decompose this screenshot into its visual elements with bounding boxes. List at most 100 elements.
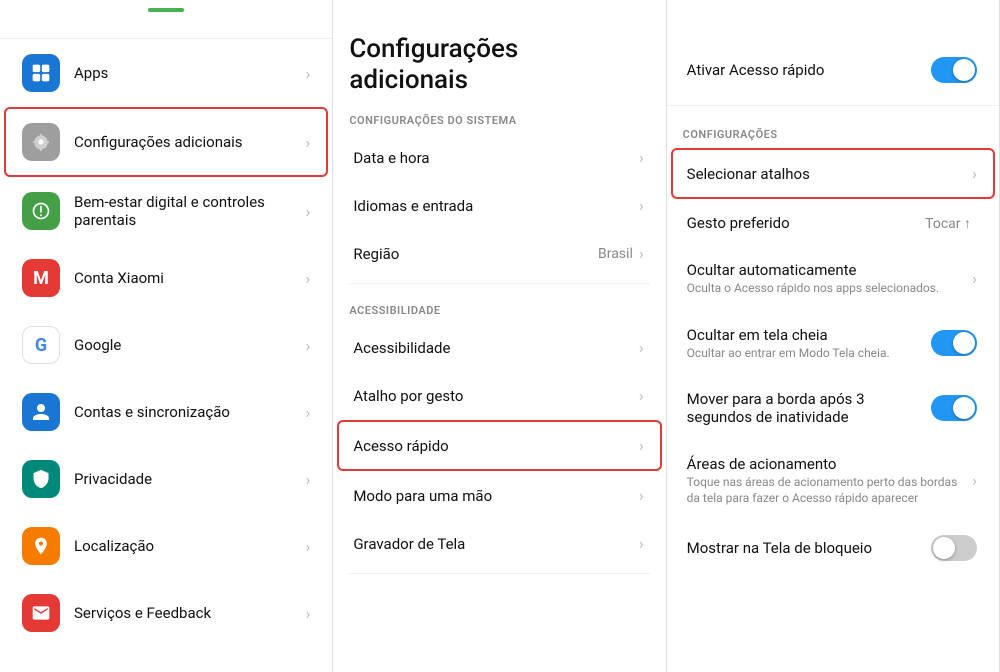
selecionar-atalhos-chevron-icon: › xyxy=(972,164,977,183)
acesso-rapido-label: Acesso rápido xyxy=(353,437,639,455)
section-label-acessibilidade: ACESSIBILIDADE xyxy=(333,290,665,323)
gravador-label: Gravador de Tela xyxy=(353,535,639,553)
contas-label: Contas e sincronização xyxy=(74,403,306,421)
data-hora-label: Data e hora xyxy=(353,149,639,167)
selecionar-atalhos-label: Selecionar atalhos xyxy=(687,165,973,183)
gesto-preferido-label: Gesto preferido xyxy=(687,214,926,232)
menu-item-mostrar-bloqueio[interactable]: Mostrar na Tela de bloqueio xyxy=(673,521,993,575)
apps-chevron-icon: › xyxy=(306,64,311,83)
areas-acionamento-label: Áreas de acionamento xyxy=(687,455,973,473)
atalho-gesto-label: Atalho por gesto xyxy=(353,387,639,405)
panel2-title: Configuraçõesadicionais xyxy=(333,18,665,100)
menu-item-acessibilidade[interactable]: Acessibilidade› xyxy=(339,324,659,371)
modo-uma-mao-chevron-icon: › xyxy=(639,486,644,505)
mover-borda-toggle[interactable] xyxy=(931,395,977,421)
menu-item-data-hora[interactable]: Data e hora› xyxy=(339,134,659,181)
panel3-top-section: Ativar Acesso rápido xyxy=(667,42,999,114)
gesto-preferido-value: Tocar ↑ xyxy=(925,215,971,232)
menu-item-gesto-preferido[interactable]: Gesto preferidoTocar ↑ xyxy=(673,200,993,246)
panel-settings: Apps›Configurações adicionais›Bem-estar … xyxy=(0,0,333,672)
conta-xiaomi-icon: M xyxy=(22,259,60,297)
regiao-label: Região xyxy=(353,245,598,263)
ocultar-tela-sub: Ocultar ao entrar em Modo Tela cheia. xyxy=(687,346,931,362)
section-label-configurações-do-sistema: CONFIGURAÇÕES DO SISTEMA xyxy=(333,100,665,133)
config-adicionais-icon xyxy=(22,123,60,161)
panel3-back[interactable] xyxy=(667,0,999,18)
panel1-title xyxy=(0,12,332,39)
apps-label: Apps xyxy=(74,64,306,82)
panel-config-adicionais: Configuraçõesadicionais CONFIGURAÇÕES DO… xyxy=(333,0,666,672)
menu-item-modo-uma-mao[interactable]: Modo para uma mão› xyxy=(339,472,659,519)
atalho-gesto-chevron-icon: › xyxy=(639,386,644,405)
mostrar-bloqueio-label: Mostrar na Tela de bloqueio xyxy=(687,539,931,557)
sidebar-item-apps[interactable]: Apps› xyxy=(6,40,326,106)
menu-item-mover-borda[interactable]: Mover para a borda após 3 segundos de in… xyxy=(673,376,993,440)
apps-icon xyxy=(22,54,60,92)
menu-item-selecionar-atalhos[interactable]: Selecionar atalhos› xyxy=(671,148,995,199)
areas-acionamento-sub: Toque nas áreas de acionamento perto das… xyxy=(687,475,973,506)
sidebar-item-google[interactable]: G Google› xyxy=(6,312,326,378)
google-icon: G xyxy=(22,326,60,364)
regiao-chevron-icon: › xyxy=(639,244,644,263)
activate-access-item[interactable]: Ativar Acesso rápido xyxy=(673,43,993,97)
sidebar-item-conta-xiaomi[interactable]: M Conta Xiaomi› xyxy=(6,245,326,311)
activate-access-label: Ativar Acesso rápido xyxy=(687,61,931,79)
menu-item-atalho-gesto[interactable]: Atalho por gesto› xyxy=(339,372,659,419)
data-hora-chevron-icon: › xyxy=(639,148,644,167)
mover-borda-label: Mover para a borda após 3 segundos de in… xyxy=(687,390,931,426)
modo-uma-mao-label: Modo para uma mão xyxy=(353,487,639,505)
idiomas-label: Idiomas e entrada xyxy=(353,197,639,215)
areas-acionamento-chevron-icon: › xyxy=(972,471,977,490)
menu-item-regiao[interactable]: RegiãoBrasil › xyxy=(339,230,659,277)
activate-access-toggle[interactable] xyxy=(931,57,977,83)
panel-acesso-rapido: Ativar Acesso rápido CONFIGURAÇÕESSeleci… xyxy=(667,0,1000,672)
localizacao-label: Localização xyxy=(74,537,306,555)
bem-estar-icon xyxy=(22,192,60,230)
servicos-icon xyxy=(22,594,60,632)
sidebar-item-localizacao[interactable]: Localização› xyxy=(6,513,326,579)
bem-estar-label: Bem-estar digital e controles parentais xyxy=(74,193,306,229)
gravador-chevron-icon: › xyxy=(639,534,644,553)
google-label: Google xyxy=(74,336,306,354)
panel3-list: CONFIGURAÇÕESSelecionar atalhos›Gesto pr… xyxy=(667,114,999,576)
sidebar-item-privacidade[interactable]: Privacidade› xyxy=(6,446,326,512)
panel2-list: CONFIGURAÇÕES DO SISTEMAData e hora›Idio… xyxy=(333,100,665,580)
privacidade-icon xyxy=(22,460,60,498)
panel2-back[interactable] xyxy=(333,0,665,18)
acessibilidade-label: Acessibilidade xyxy=(353,339,639,357)
servicos-label: Serviços e Feedback xyxy=(74,604,306,622)
section-label-config: CONFIGURAÇÕES xyxy=(667,114,999,147)
ocultar-auto-label: Ocultar automaticamente xyxy=(687,261,973,279)
config-adicionais-chevron-icon: › xyxy=(306,133,311,152)
idiomas-chevron-icon: › xyxy=(639,196,644,215)
conta-xiaomi-chevron-icon: › xyxy=(306,269,311,288)
acessibilidade-chevron-icon: › xyxy=(639,338,644,357)
menu-item-acesso-rapido[interactable]: Acesso rápido› xyxy=(337,420,661,471)
privacidade-chevron-icon: › xyxy=(306,470,311,489)
panel1-list: Apps›Configurações adicionais›Bem-estar … xyxy=(0,39,332,647)
bem-estar-chevron-icon: › xyxy=(306,202,311,221)
menu-item-idiomas[interactable]: Idiomas e entrada› xyxy=(339,182,659,229)
google-chevron-icon: › xyxy=(306,336,311,355)
mostrar-bloqueio-toggle[interactable] xyxy=(931,535,977,561)
menu-item-gravador[interactable]: Gravador de Tela› xyxy=(339,520,659,567)
localizacao-icon xyxy=(22,527,60,565)
regiao-value: Brasil xyxy=(598,246,633,262)
conta-xiaomi-label: Conta Xiaomi xyxy=(74,269,306,287)
localizacao-chevron-icon: › xyxy=(306,537,311,556)
menu-item-areas-acionamento[interactable]: Áreas de acionamento Toque nas áreas de a… xyxy=(673,441,993,520)
menu-item-ocultar-auto[interactable]: Ocultar automaticamente Oculta o Acesso r… xyxy=(673,247,993,311)
ocultar-tela-label: Ocultar em tela cheia xyxy=(687,326,931,344)
sidebar-item-config-adicionais[interactable]: Configurações adicionais› xyxy=(4,107,328,177)
ocultar-auto-chevron-icon: › xyxy=(972,269,977,288)
ocultar-tela-toggle[interactable] xyxy=(931,330,977,356)
contas-chevron-icon: › xyxy=(306,403,311,422)
sidebar-item-bem-estar[interactable]: Bem-estar digital e controles parentais› xyxy=(6,178,326,244)
sidebar-item-servicos[interactable]: Serviços e Feedback› xyxy=(6,580,326,646)
contas-icon xyxy=(22,393,60,431)
sidebar-item-contas[interactable]: Contas e sincronização› xyxy=(6,379,326,445)
ocultar-auto-sub: Oculta o Acesso rápido nos apps selecion… xyxy=(687,281,973,297)
menu-item-ocultar-tela[interactable]: Ocultar em tela cheia Ocultar ao entrar e… xyxy=(673,312,993,376)
privacidade-label: Privacidade xyxy=(74,470,306,488)
config-adicionais-label: Configurações adicionais xyxy=(74,133,306,151)
